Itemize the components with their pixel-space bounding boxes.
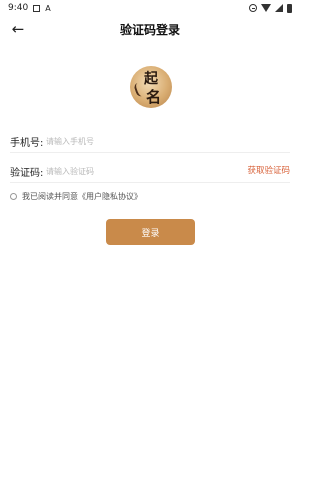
battery-icon xyxy=(287,3,292,13)
login-button[interactable]: 登录 xyxy=(106,219,195,245)
a-icon: A xyxy=(45,3,51,13)
do-not-disturb-icon xyxy=(249,4,257,12)
status-time: 9:40 xyxy=(8,3,29,13)
status-left: 9:40 A xyxy=(8,3,52,13)
logo-char-2: 名 xyxy=(146,88,162,106)
phone-input[interactable] xyxy=(46,133,286,149)
agreement-radio[interactable] xyxy=(10,192,17,200)
code-input[interactable] xyxy=(46,163,236,179)
agreement-row: 我已阅读并同意《用户隐私协议》 xyxy=(10,189,142,203)
image-icon xyxy=(33,4,41,12)
code-label: 验证码: xyxy=(10,168,44,179)
signal-icon xyxy=(275,4,283,12)
status-bar: 9:40 A xyxy=(0,0,300,16)
phone-underline xyxy=(10,152,290,153)
agreement-text[interactable]: 我已阅读并同意《用户隐私协议》 xyxy=(22,191,142,202)
phone-field-row: 手机号: xyxy=(10,131,290,153)
code-field-row: 验证码: 获取验证码 xyxy=(10,161,290,183)
app-bar: ← 验证码登录 xyxy=(0,16,300,42)
app-logo: 起 名 xyxy=(130,66,172,108)
phone-label: 手机号: xyxy=(10,138,44,149)
status-right xyxy=(249,3,292,13)
get-code-button[interactable]: 获取验证码 xyxy=(247,164,290,176)
wifi-icon xyxy=(261,4,271,12)
code-underline xyxy=(10,182,290,183)
page-title: 验证码登录 xyxy=(119,23,180,37)
logo-char-1: 起 xyxy=(144,71,158,87)
